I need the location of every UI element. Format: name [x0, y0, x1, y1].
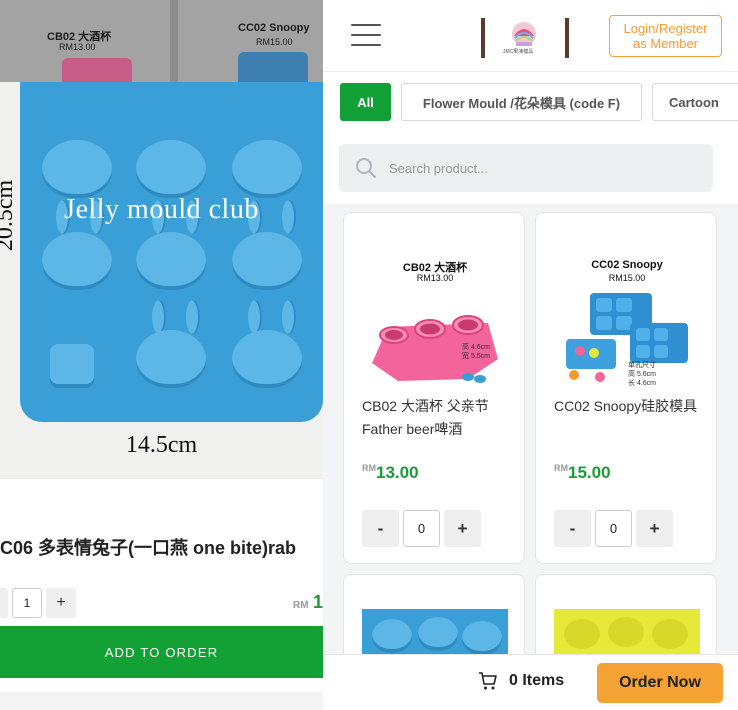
watermark-text: Jelly mould club	[64, 194, 259, 225]
cart-item-count[interactable]: 0 Items	[509, 672, 564, 690]
top-header: JMC果凍模具 Login/Register as Member	[323, 0, 738, 72]
product-card[interactable]: CB02 大酒杯 RM13.00 高 4.6cm 宽 5.5cm CB02 大酒…	[343, 212, 525, 564]
price-amount: 13.00	[376, 463, 419, 482]
cart-footer: 0 Items Order Now	[323, 654, 738, 710]
background-product-image	[62, 58, 132, 82]
bunny-cavity	[136, 330, 206, 388]
category-tab-all[interactable]: All	[340, 83, 391, 121]
image-price: RM15.00	[608, 273, 646, 283]
dimmed-background[interactable]: CB02 大酒杯 RM13.00 CC02 Snoopy RM15.00	[0, 0, 323, 82]
image-price: RM13.00	[416, 273, 454, 283]
carrot-cavity	[50, 344, 94, 388]
bunny-cavity	[42, 140, 112, 198]
search-input[interactable]	[389, 144, 699, 192]
blue-snoopy-mould	[566, 293, 688, 382]
bunny-ear	[282, 300, 296, 334]
quantity-value[interactable]: 0	[403, 510, 440, 547]
bunny-cavity	[42, 232, 112, 290]
logo-bar-right	[565, 18, 569, 58]
category-tabs: All Flower Mould /花朵模具 (code F) Cartoon	[323, 72, 738, 132]
product-grid: CB02 大酒杯 RM13.00 高 4.6cm 宽 5.5cm CB02 大酒…	[323, 204, 738, 694]
bunny-cavity	[232, 232, 302, 290]
login-sublabel: as Member	[632, 36, 699, 51]
price-amount: 15.00	[568, 463, 611, 482]
quantity-value[interactable]: 0	[595, 510, 632, 547]
product-name[interactable]: CB02 大酒杯 父亲节 Father beer啤酒	[362, 395, 512, 441]
product-image[interactable]: CB02 大酒杯 RM13.00 高 4.6cm 宽 5.5cm	[362, 247, 508, 395]
background-product-price: RM15.00	[256, 37, 293, 47]
logo-bar-left	[481, 18, 485, 58]
quantity-decrease-button[interactable]: -	[362, 510, 399, 547]
quantity-decrease-button[interactable]: -	[554, 510, 591, 547]
quantity-increase-button[interactable]: +	[444, 510, 481, 547]
background-product-card: CC02 Snoopy RM15.00	[178, 0, 323, 82]
product-price: RM15.00	[554, 463, 611, 483]
quantity-stepper: - 1 +	[0, 588, 76, 618]
quantity-increase-button[interactable]: +	[46, 588, 76, 618]
background-product-card: CB02 大酒杯 RM13.00	[0, 0, 170, 82]
add-to-order-button[interactable]: ADD TO ORDER	[0, 626, 323, 678]
category-tab-flower[interactable]: Flower Mould /花朵模具 (code F)	[401, 83, 642, 121]
price-currency: RM	[293, 600, 309, 611]
product-card[interactable]: CC02 Snoopy RM15.00 单孔尺寸 高 5.6cm 长 4.6cm…	[535, 212, 717, 564]
search-icon	[356, 158, 376, 178]
width-dimension-label: 14.5cm	[125, 432, 198, 458]
bunny-cavity	[372, 619, 412, 653]
cart-icon[interactable]	[478, 671, 498, 691]
quantity-value[interactable]: 1	[12, 588, 42, 618]
quantity-increase-button[interactable]: +	[636, 510, 673, 547]
menu-icon[interactable]	[351, 24, 381, 46]
search-bar	[339, 144, 713, 192]
product-title: C06 多表情兔子(一口燕 one bite)rab	[0, 538, 297, 558]
screen: CB02 大酒杯 RM13.00 CC02 Snoopy RM15.00 Jel…	[0, 0, 738, 710]
price-currency: RM	[554, 463, 568, 473]
image-dimension-note: 高 4.6cm 宽 5.5cm	[462, 344, 491, 360]
background-product-price: RM13.00	[59, 42, 96, 52]
order-now-button[interactable]: Order Now	[597, 663, 723, 703]
login-label: Login/Register	[623, 21, 708, 36]
product-image[interactable]: CC02 Snoopy RM15.00 单孔尺寸 高 5.6cm 长 4.6cm	[554, 247, 700, 395]
mould-cavity	[564, 619, 600, 649]
quantity-stepper: - 0 +	[362, 510, 481, 547]
image-title: CC02 Snoopy	[591, 259, 663, 271]
bunny-cavity	[136, 232, 206, 290]
bunny-cavity	[462, 621, 502, 655]
product-price: RM 1	[293, 592, 323, 613]
panel-bottom-strip	[0, 692, 323, 710]
quantity-decrease-button[interactable]: -	[0, 588, 8, 618]
product-price: RM13.00	[362, 463, 419, 483]
bunny-cavity	[136, 140, 206, 198]
bunny-ear	[186, 300, 200, 334]
mould-tray	[20, 82, 323, 422]
category-tab-cartoon[interactable]: Cartoon	[652, 83, 738, 121]
bunny-cavity	[232, 330, 302, 388]
bunny-cavity	[232, 140, 302, 198]
bunny-ear	[248, 300, 262, 334]
height-dimension-label: 20.5cm	[0, 179, 19, 252]
background-product-title: CC02 Snoopy	[238, 22, 310, 34]
product-hero-image: Jelly mould club 20.5cm 14.5cm	[0, 82, 323, 479]
shop-listing-panel: JMC果凍模具 Login/Register as Member All Flo…	[323, 0, 738, 710]
image-dimension-note: 单孔尺寸 高 5.6cm 长 4.6cm	[628, 362, 657, 387]
logo-text: JMC果凍模具	[503, 49, 534, 55]
price-currency: RM	[362, 463, 376, 473]
product-name[interactable]: CC02 Snoopy硅胶模具	[554, 395, 704, 418]
quantity-stepper: - 0 +	[554, 510, 673, 547]
background-product-image	[238, 52, 308, 82]
shop-logo[interactable]: JMC果凍模具	[481, 18, 569, 58]
price-amount: 1	[313, 592, 323, 612]
bunny-cavity	[418, 617, 458, 651]
mould-cavity	[652, 619, 688, 649]
login-register-button[interactable]: Login/Register as Member	[609, 15, 722, 57]
bunny-ear	[152, 300, 166, 334]
product-detail-panel: CB02 大酒杯 RM13.00 CC02 Snoopy RM15.00 Jel…	[0, 0, 323, 710]
mould-cavity	[608, 617, 644, 647]
